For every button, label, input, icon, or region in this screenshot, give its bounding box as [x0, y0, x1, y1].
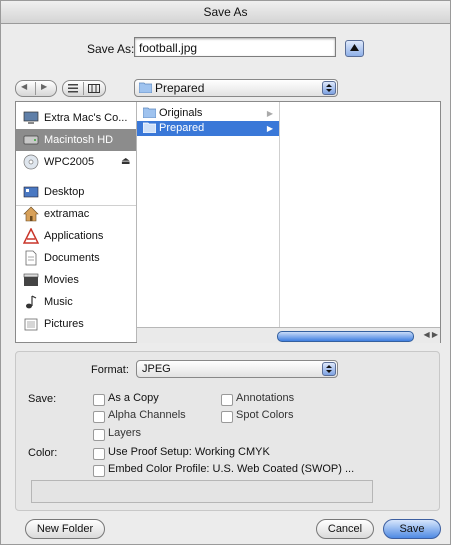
alpha-channels-label: Alpha Channels — [108, 409, 186, 421]
spot-colors-checkbox[interactable] — [221, 411, 233, 423]
disc-icon — [23, 154, 39, 170]
color-label: Color: — [28, 447, 58, 459]
annotations-checkbox[interactable] — [221, 394, 233, 406]
sidebar-item-applications[interactable]: Applications — [16, 225, 136, 247]
documents-icon — [25, 250, 37, 266]
desktop-icon — [23, 186, 39, 198]
browser-column: Originals ▶ Prepared ▶ — [137, 102, 280, 327]
horizontal-scrollbar[interactable]: ◀ ▶ — [137, 327, 440, 343]
pictures-icon — [24, 318, 38, 331]
column-view-icon[interactable] — [88, 84, 100, 93]
sidebar-item-macintosh-hd[interactable]: Macintosh HD — [16, 129, 136, 151]
computer-icon — [23, 111, 39, 124]
sidebar-item-pictures[interactable]: Pictures — [16, 313, 136, 335]
back-forward-control[interactable]: ◀ ▶ — [15, 80, 57, 97]
column-item-prepared[interactable]: Prepared ▶ — [137, 121, 279, 136]
column-item-originals[interactable]: Originals ▶ — [137, 106, 279, 121]
alpha-channels-checkbox[interactable] — [93, 411, 105, 423]
view-mode-control[interactable] — [62, 80, 106, 97]
sidebar-item-extra-mac[interactable]: Extra Mac's Co... — [16, 107, 136, 129]
as-a-copy-label: As a Copy — [108, 392, 159, 404]
applications-icon — [23, 228, 39, 244]
sidebar-item-wpc2005[interactable]: WPC2005 ⏏ — [16, 151, 136, 173]
use-proof-setup-label: Use Proof Setup: Working CMYK — [108, 446, 270, 458]
music-icon — [26, 295, 37, 309]
new-folder-button[interactable]: New Folder — [25, 519, 105, 539]
sidebar-item-music[interactable]: Music — [16, 291, 136, 313]
home-icon — [23, 206, 39, 222]
filename-input[interactable]: football.jpg — [134, 37, 336, 57]
back-arrow-icon[interactable]: ◀ — [21, 82, 27, 91]
warning-info-box — [31, 480, 373, 503]
sidebar: Extra Mac's Co... Macintosh HD WPC2005 ⏏… — [16, 102, 137, 342]
forward-arrow-icon[interactable]: ▶ — [41, 82, 47, 91]
disclosure-arrow-icon: ▶ — [266, 109, 273, 118]
triangle-up-icon — [350, 44, 359, 51]
collapse-dialog-button[interactable] — [345, 40, 364, 57]
embed-color-profile-checkbox[interactable] — [93, 465, 105, 477]
save-as-dialog: Save As Save As: football.jpg ◀ ▶ Prepar… — [0, 0, 451, 545]
spot-colors-label: Spot Colors — [236, 409, 294, 421]
location-popup-label: Prepared — [155, 81, 205, 95]
folder-icon — [143, 107, 156, 118]
location-popup[interactable]: Prepared — [134, 79, 338, 97]
eject-icon[interactable]: ⏏ — [121, 151, 130, 173]
file-browser: Extra Mac's Co... Macintosh HD WPC2005 ⏏… — [15, 101, 441, 343]
embed-color-profile-label: Embed Color Profile: U.S. Web Coated (SW… — [108, 463, 355, 475]
save-button[interactable]: Save — [383, 519, 441, 539]
layers-label: Layers — [108, 427, 142, 439]
as-a-copy-checkbox[interactable] — [93, 394, 105, 406]
folder-icon — [143, 122, 156, 133]
scrollbar-thumb[interactable] — [277, 331, 414, 342]
sidebar-item-movies[interactable]: Movies — [16, 269, 136, 291]
use-proof-setup-checkbox[interactable] — [93, 448, 105, 460]
window-title: Save As — [1, 1, 450, 24]
popup-arrows-icon — [322, 362, 336, 376]
sidebar-item-extramac[interactable]: extramac — [16, 203, 136, 225]
movies-icon — [23, 273, 39, 286]
cancel-button[interactable]: Cancel — [316, 519, 374, 539]
save-as-label: Save As: — [87, 42, 135, 56]
sidebar-item-desktop[interactable]: Desktop — [16, 181, 136, 203]
disclosure-arrow-icon: ▶ — [266, 124, 273, 133]
format-popup[interactable]: JPEG — [136, 360, 338, 378]
list-view-icon[interactable] — [68, 84, 78, 93]
layers-checkbox[interactable] — [93, 429, 105, 441]
scroll-arrows-icon[interactable]: ◀ ▶ — [423, 330, 438, 339]
annotations-label: Annotations — [236, 392, 295, 404]
format-value: JPEG — [142, 363, 171, 375]
folder-icon — [139, 82, 152, 93]
format-label: Format: — [91, 364, 129, 376]
save-label: Save: — [28, 393, 57, 405]
sidebar-item-documents[interactable]: Documents — [16, 247, 136, 269]
hard-disk-icon — [23, 135, 39, 145]
popup-arrows-icon — [322, 81, 336, 95]
